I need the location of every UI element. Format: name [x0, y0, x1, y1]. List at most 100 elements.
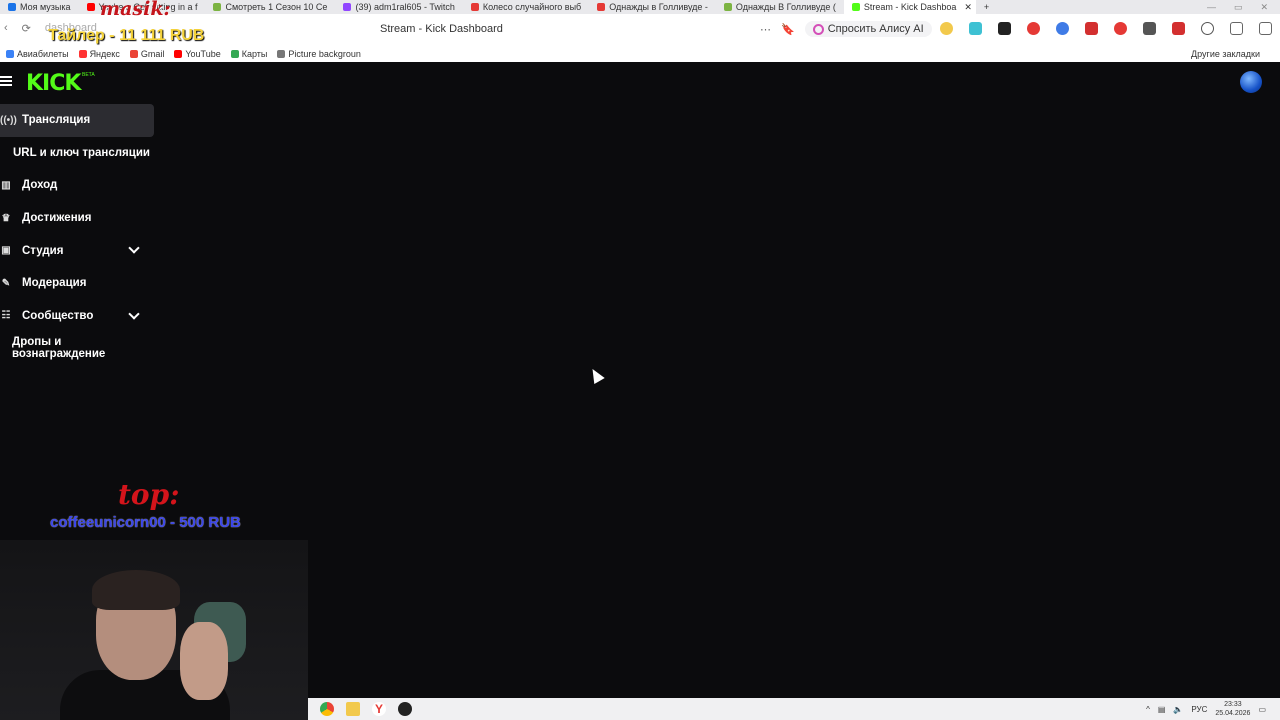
- bookmark-item[interactable]: Gmail: [129, 49, 165, 59]
- bookmark-icon[interactable]: 🔖: [781, 23, 795, 36]
- tab-label: Однажды в Голливуде -: [609, 2, 708, 12]
- maximize-icon[interactable]: ▭: [1234, 2, 1243, 13]
- bookmark-item[interactable]: YouTube: [174, 49, 221, 59]
- tab-favicon: [597, 3, 606, 11]
- hamburger-menu-icon[interactable]: [0, 76, 12, 86]
- tab-5[interactable]: Однажды в Голливуде -: [589, 0, 716, 14]
- kick-logo[interactable]: KICK: [26, 71, 81, 96]
- sidebar-item-label: Дропы и вознаграждение: [12, 336, 106, 361]
- chart-icon: ▥: [1, 179, 11, 191]
- sidebar-item-drops[interactable]: Дропы и вознаграждение: [0, 332, 154, 365]
- bookmark-label: Авиабилеты: [17, 49, 69, 59]
- extensions-icon[interactable]: [1230, 22, 1243, 35]
- bookmark-item[interactable]: Яндекс: [78, 49, 120, 59]
- sidebar-item-moderation[interactable]: ✎ Модерация: [0, 267, 154, 300]
- more-icon[interactable]: ⋯: [760, 23, 771, 36]
- extension-icons: [940, 22, 1272, 35]
- tab-4[interactable]: Колесо случайного выб: [463, 0, 589, 14]
- community-icon: ☷: [1, 310, 11, 322]
- close-window-icon[interactable]: ✕: [1260, 2, 1268, 13]
- extension-icon[interactable]: [940, 22, 953, 35]
- avatar[interactable]: [1240, 71, 1262, 93]
- close-tab-icon[interactable]: ✕: [964, 2, 972, 13]
- page-title: Stream - Kick Dashboard: [380, 23, 503, 35]
- webcam-person-hand: [180, 622, 228, 700]
- sidebar-item-label: URL и ключ трансляции: [13, 146, 150, 159]
- tab-2[interactable]: Смотреть 1 Сезон 10 Се: [205, 0, 335, 14]
- tray-chevron-icon[interactable]: ^: [1146, 705, 1150, 714]
- bookmark-favicon: [174, 50, 183, 58]
- sidebar-item-label: Модерация: [22, 277, 87, 290]
- bookmarks-bar: Авиабилеты Яндекс Gmail YouTube Карты Pi…: [0, 46, 1280, 62]
- sidebar-item-stream-key[interactable]: URL и ключ трансляции: [0, 137, 154, 170]
- alice-label: Спросить Алису AI: [827, 23, 924, 35]
- volume-icon[interactable]: 🔈: [1173, 705, 1183, 714]
- adblock-icon[interactable]: [1114, 22, 1127, 35]
- tab-3[interactable]: (39) adm1ral605 - Twitch: [335, 0, 462, 14]
- webcam-person-hair: [92, 570, 180, 610]
- extension-icon[interactable]: [1143, 22, 1156, 35]
- tab-favicon: [723, 3, 732, 11]
- minimize-icon[interactable]: —: [1207, 2, 1216, 13]
- extension-icon[interactable]: [1172, 22, 1185, 35]
- overlay-top-donor: coffeeunicorn00 - 500 RUB: [50, 514, 241, 531]
- sidebar-item-community[interactable]: ☷ Сообщество: [0, 300, 154, 333]
- tab-label: Моя музыка: [20, 2, 71, 12]
- ask-alice-button[interactable]: Спросить Алису AI: [804, 21, 932, 37]
- folder-icon[interactable]: [346, 702, 360, 716]
- other-bookmarks[interactable]: Другие закладки: [1191, 49, 1280, 59]
- menu-icon[interactable]: [1259, 22, 1272, 35]
- tab-7-active[interactable]: Stream - Kick Dashboa ✕: [843, 0, 976, 14]
- system-tray: ^ ▤ 🔈 РУС 23:33 25.04.2026 ▭: [1146, 700, 1266, 718]
- webcam-feed: [0, 540, 308, 720]
- extension-icon[interactable]: [1056, 22, 1069, 35]
- tab-6[interactable]: Однажды В Голливуде (: [716, 0, 844, 14]
- chrome-icon[interactable]: [320, 702, 334, 716]
- tab-0[interactable]: Моя музыка: [0, 0, 79, 14]
- tab-label: Колесо случайного выб: [482, 2, 582, 12]
- obs-icon[interactable]: [398, 702, 412, 716]
- bookmark-favicon: [78, 50, 87, 58]
- bookmark-favicon: [129, 50, 138, 58]
- extension-icon[interactable]: [998, 22, 1011, 35]
- chevron-down-icon[interactable]: [128, 307, 140, 320]
- keyboard-layout[interactable]: РУС: [1191, 705, 1207, 714]
- yandex-browser-icon[interactable]: Y: [372, 702, 386, 716]
- chevron-down-icon[interactable]: [128, 242, 140, 255]
- window-controls: — ▭ ✕: [1207, 2, 1280, 13]
- sidebar-item-achievements[interactable]: ♛ Достижения: [0, 202, 154, 235]
- bookmark-item[interactable]: Picture backgroun: [277, 49, 361, 59]
- play-icon[interactable]: [1201, 22, 1214, 35]
- dashboard-sidebar: ((•)) Трансляция URL и ключ трансляции ▥…: [0, 104, 154, 365]
- tab-favicon: [470, 3, 479, 11]
- bookmark-item[interactable]: Карты: [230, 49, 267, 59]
- address-actions: ⋯ 🔖 Спросить Алису AI: [760, 21, 932, 37]
- bookmark-item[interactable]: Авиабилеты: [6, 49, 69, 59]
- tab-favicon: [8, 3, 16, 11]
- extension-icon[interactable]: [1085, 22, 1098, 35]
- sidebar-item-label: Трансляция: [22, 114, 91, 127]
- back-icon[interactable]: ‹: [4, 22, 8, 35]
- sidebar-item-revenue[interactable]: ▥ Доход: [0, 169, 154, 202]
- clock-date: 25.04.2026: [1215, 710, 1251, 717]
- overlay-donation-text: Тайлер - 11 111 RUB: [48, 27, 205, 44]
- sidebar-item-broadcast[interactable]: ((•)) Трансляция: [0, 104, 154, 137]
- notifications-icon[interactable]: ▭: [1258, 705, 1266, 714]
- extension-icon[interactable]: [1027, 22, 1040, 35]
- broadcast-icon: ((•)): [0, 114, 17, 126]
- bookmark-label: Gmail: [140, 49, 165, 59]
- new-tab-icon[interactable]: +: [976, 2, 997, 12]
- browser-tab-strip: Моя музыка You're a Celt sitting in a f …: [0, 0, 1280, 14]
- bookmark-label: Яндекс: [89, 49, 120, 59]
- tab-favicon: [343, 3, 352, 11]
- mouse-cursor-icon: [587, 365, 605, 385]
- sidebar-item-studio[interactable]: ▣ Студия: [0, 234, 154, 267]
- network-icon[interactable]: ▤: [1158, 705, 1166, 714]
- extension-icon[interactable]: [969, 22, 982, 35]
- sidebar-item-label: Достижения: [22, 212, 92, 225]
- system-clock[interactable]: 23:33 25.04.2026: [1215, 700, 1250, 718]
- tab-label: Смотреть 1 Сезон 10 Се: [225, 2, 328, 12]
- sidebar-item-label: Сообщество: [22, 309, 94, 322]
- reload-icon[interactable]: ⟳: [22, 22, 31, 35]
- bookmark-label: YouTube: [185, 49, 221, 59]
